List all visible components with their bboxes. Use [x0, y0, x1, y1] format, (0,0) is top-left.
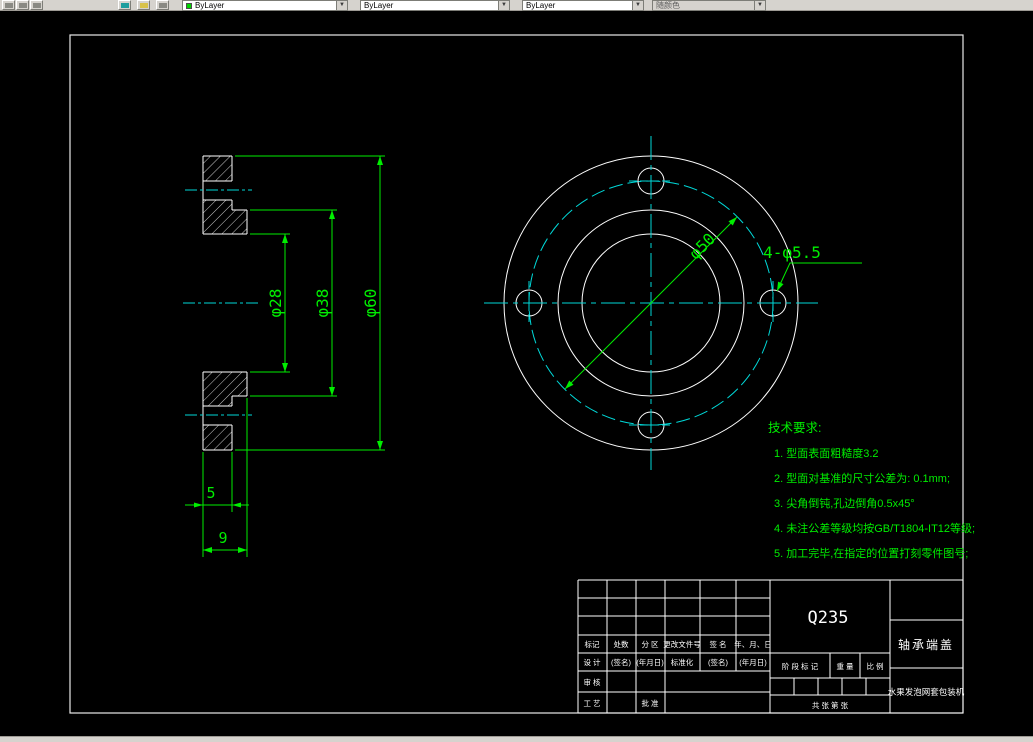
tech-requirements: 技术要求: 1. 型面表面粗糙度3.2 2. 型面对基准的尺寸公差为: 0.1m…: [768, 421, 975, 560]
cell-label: (签名): [611, 657, 631, 667]
linetype-value: ByLayer: [364, 1, 394, 10]
layer-states-button[interactable]: [137, 0, 150, 10]
dim-phi60-label: φ60: [361, 289, 380, 318]
cell-label: 年、月、日: [734, 639, 772, 649]
dim-phi38-label: φ38: [313, 289, 332, 318]
cell-label: 标准化: [671, 657, 694, 667]
cell-label: 处数: [614, 639, 629, 649]
status-bar: [0, 736, 1033, 742]
plotstyle-value: 随颜色: [656, 1, 680, 10]
machine-name: 水果发泡网套包装机: [888, 687, 965, 697]
autocad-window: ByLayer ▼ ByLayer ▼ ByLayer ▼ 随颜色 ▼ φ28 …: [0, 0, 1033, 742]
toolbar-button[interactable]: [30, 0, 43, 10]
tool-icon: [5, 3, 13, 8]
dimension-4-phi5-5: 4-φ5.5: [763, 243, 862, 292]
plotstyle-control: 随颜色 ▼: [652, 0, 766, 11]
material-label: Q235: [808, 608, 849, 628]
cell-label: (年月日): [739, 657, 767, 667]
section-view: φ28 φ38 φ60 5 9: [183, 155, 385, 557]
tech-req-item: 4. 未注公差等级均按GB/T1804-IT12等级;: [774, 521, 975, 535]
cell-label: (年月日): [636, 657, 664, 667]
chevron-down-icon[interactable]: ▼: [498, 1, 509, 10]
cell-label: (签名): [708, 657, 728, 667]
title-block-header-row: 标记 处数 分 区 更改文件号 签 名 年、月、日: [585, 639, 772, 649]
tool-icon: [33, 3, 41, 8]
front-view: φ50 4-φ5.5: [484, 136, 862, 470]
dim-9-label: 9: [218, 529, 227, 547]
layers-icon: [121, 3, 129, 8]
chevron-down-icon[interactable]: ▼: [632, 1, 643, 10]
approve-row-label: 批 准: [641, 698, 659, 708]
tech-req-item: 5. 加工完毕,在指定的位置打刻零件图号;: [774, 546, 968, 560]
linetype-control[interactable]: ByLayer ▼: [360, 0, 510, 11]
chevron-down-icon[interactable]: ▼: [336, 1, 347, 10]
layer-previous-button[interactable]: [156, 0, 169, 10]
title-block: 标记 处数 分 区 更改文件号 签 名 年、月、日 设 计 (签名) (年月日)…: [577, 579, 965, 714]
dimension-9: 9: [203, 398, 248, 557]
layers-dialog-button[interactable]: [118, 0, 131, 10]
tech-req-item: 1. 型面表面粗糙度3.2: [774, 446, 879, 460]
part-name: 轴承端盖: [898, 637, 954, 652]
tech-req-item: 2. 型面对基准的尺寸公差为: 0.1mm;: [774, 471, 950, 485]
layer-previous-icon: [159, 3, 167, 8]
tool-icon: [19, 3, 27, 8]
cell-label: 签 名: [709, 639, 726, 649]
scale-label: 比 例: [866, 661, 883, 671]
lineweight-value: ByLayer: [526, 1, 556, 10]
dimension-phi38: φ38: [250, 209, 337, 397]
layer-state-icon: [140, 3, 148, 8]
color-control[interactable]: ByLayer ▼: [182, 0, 348, 11]
dim-phi28-label: φ28: [266, 289, 285, 318]
lineweight-control[interactable]: ByLayer ▼: [522, 0, 644, 11]
check-row-label: 审 核: [583, 677, 601, 687]
weight-label: 重 量: [836, 662, 854, 671]
sheet-label: 共 张 第 张: [812, 700, 849, 710]
cell-label: 更改文件号: [663, 639, 701, 649]
title-block-design-row: 设 计 (签名) (年月日) 标准化 (签名) (年月日): [583, 657, 767, 667]
current-color-swatch: [186, 3, 192, 9]
stage-label: 阶 段 标 记: [782, 661, 819, 671]
cell-label: 设 计: [583, 657, 601, 667]
chevron-down-icon: ▼: [754, 1, 765, 10]
toolbar-button[interactable]: [2, 0, 15, 10]
color-value: ByLayer: [195, 1, 225, 10]
dim-holes-label: 4-φ5.5: [763, 243, 821, 262]
cell-label: 标记: [585, 639, 600, 649]
properties-toolbar: ByLayer ▼ ByLayer ▼ ByLayer ▼ 随颜色 ▼: [0, 0, 1033, 11]
tech-req-item: 3. 尖角倒钝,孔边倒角0.5x45°: [774, 496, 915, 510]
cell-label: 分 区: [641, 640, 659, 649]
process-row-label: 工 艺: [583, 699, 600, 708]
tech-req-title: 技术要求:: [768, 421, 821, 435]
dimension-5: 5: [185, 452, 249, 557]
drawing-canvas[interactable]: φ28 φ38 φ60 5 9 φ50 4-φ5.5 技术要求: 1. 型面表面…: [0, 0, 1033, 742]
dim-5-label: 5: [206, 484, 215, 502]
toolbar-button[interactable]: [16, 0, 29, 10]
